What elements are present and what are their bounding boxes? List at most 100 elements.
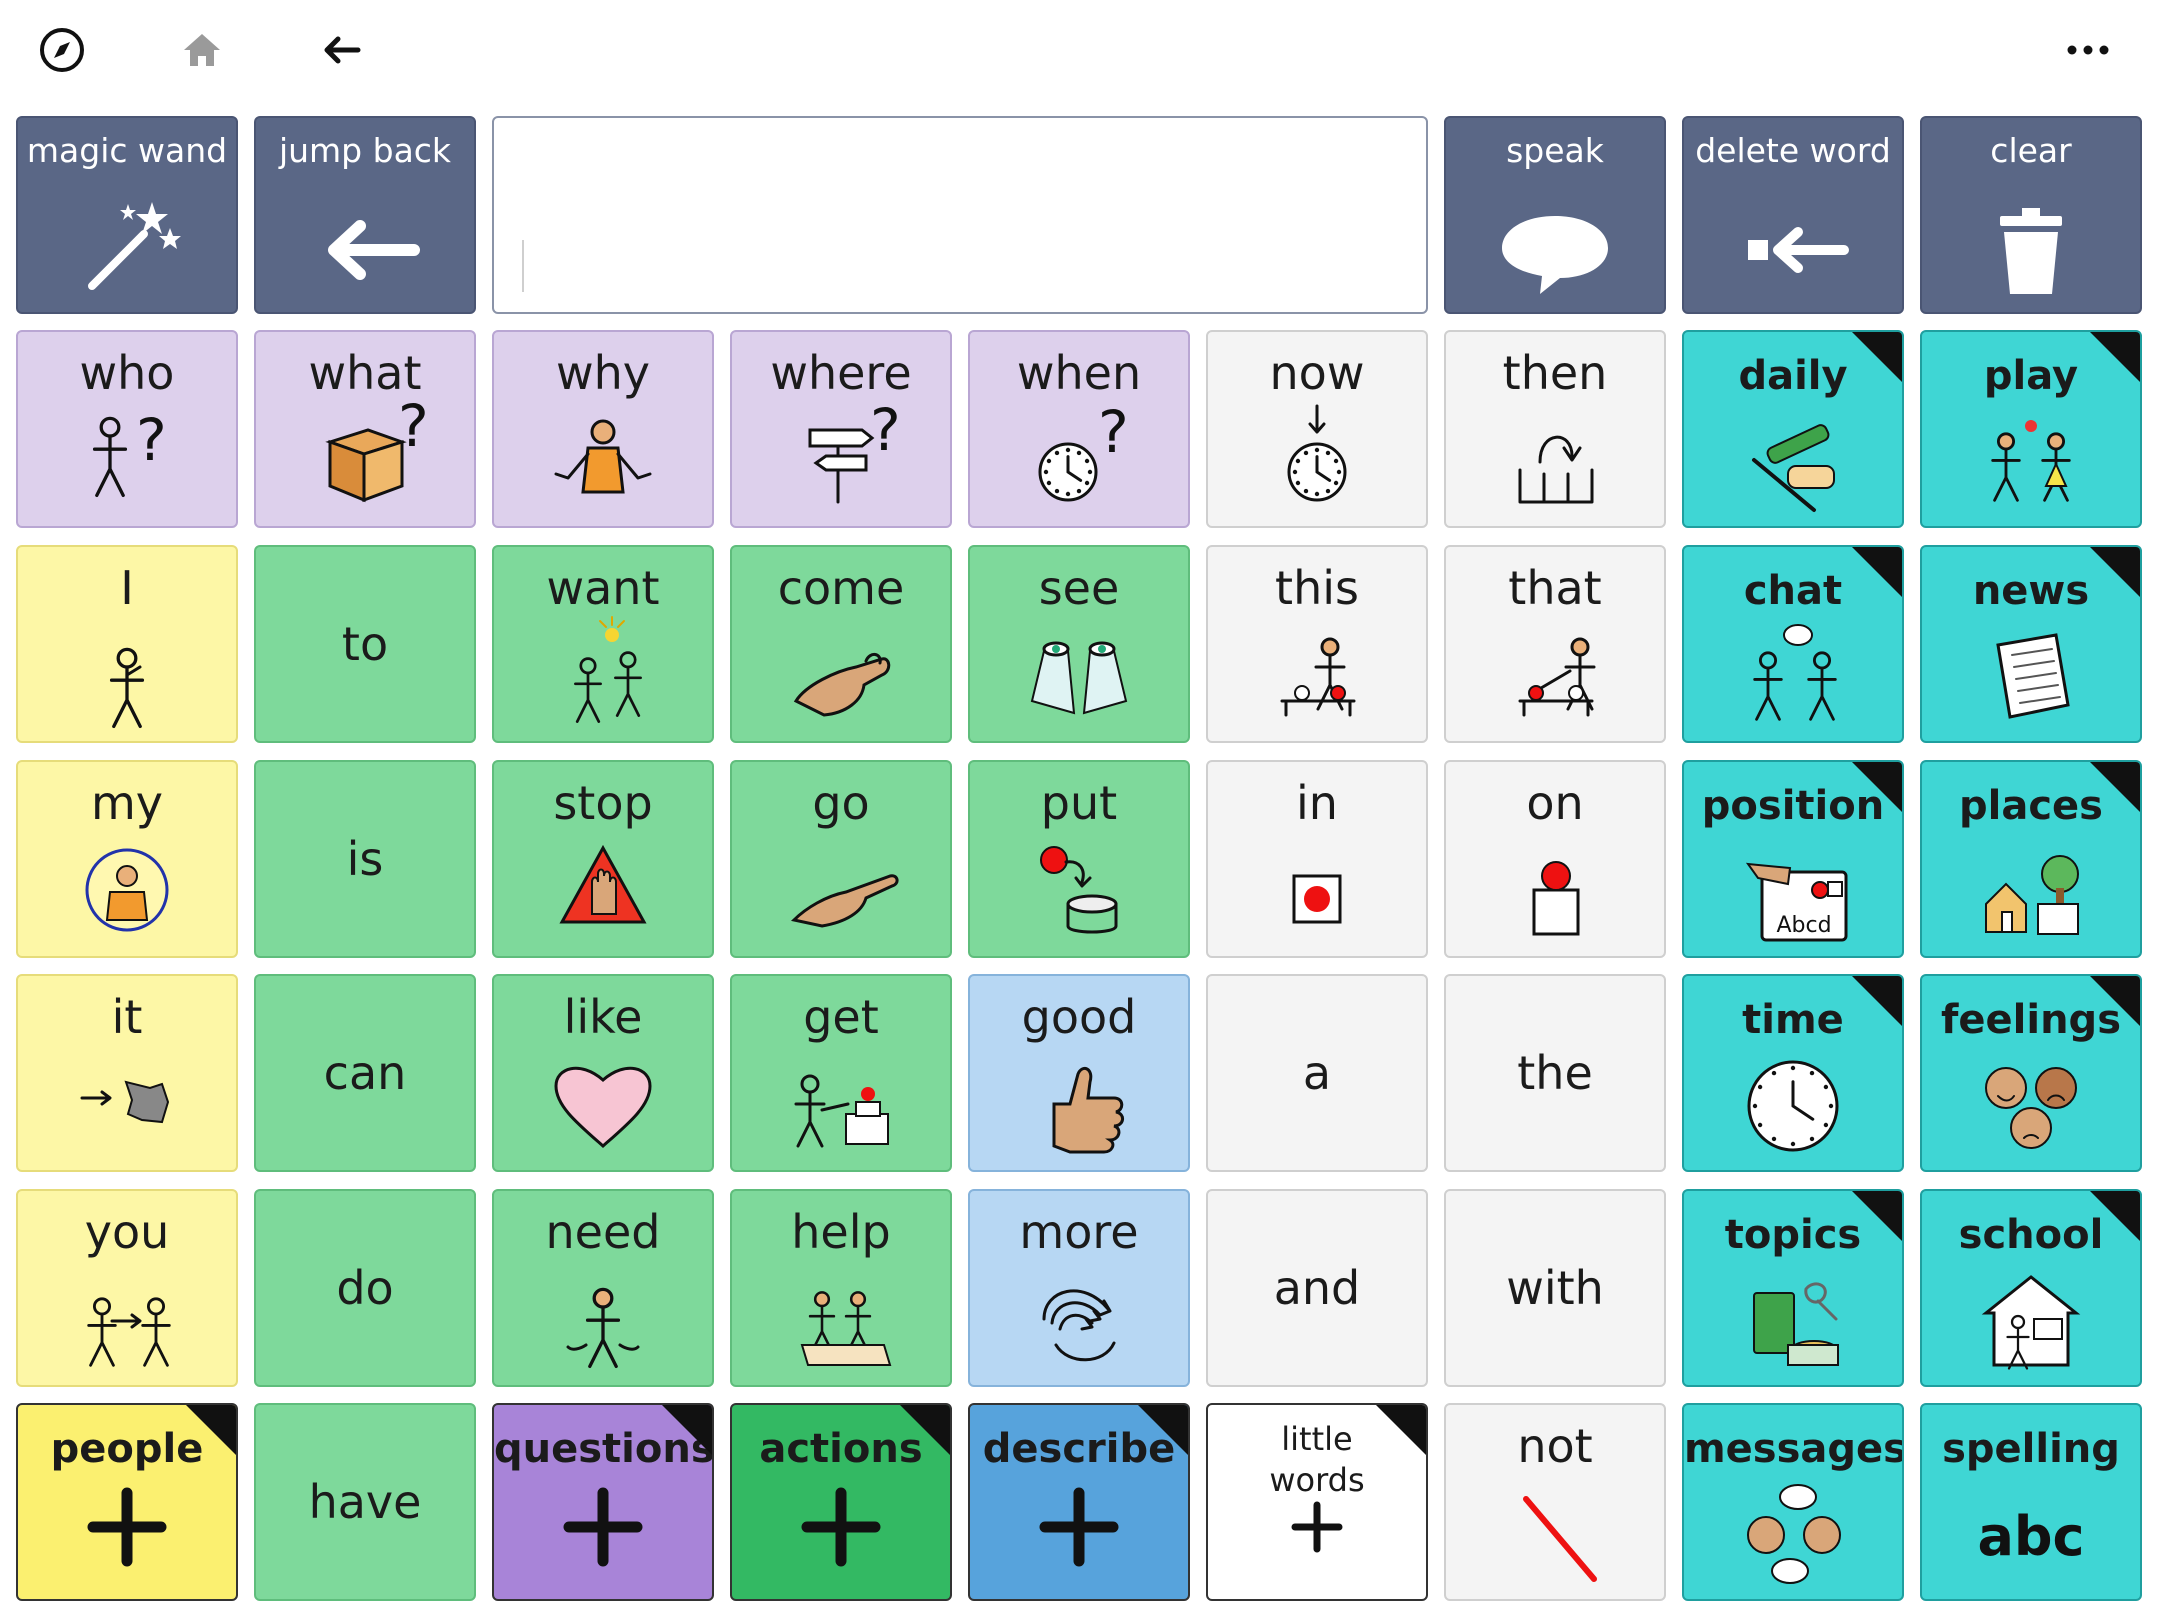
cell-spelling[interactable]: spelling abc <box>1920 1403 2142 1601</box>
cell-have[interactable]: have <box>254 1403 476 1601</box>
svg-text:Abcd: Abcd <box>1776 913 1831 938</box>
text-cursor <box>522 240 524 292</box>
cell-where[interactable]: where? <box>730 330 952 528</box>
cell-like[interactable]: like <box>492 974 714 1172</box>
cell-want[interactable]: want <box>492 545 714 743</box>
cell-to[interactable]: to <box>254 545 476 743</box>
cell-label: have <box>308 1475 422 1529</box>
cell-my[interactable]: my <box>16 760 238 958</box>
folder-corner-icon <box>1852 1191 1902 1241</box>
cell-label: do <box>336 1261 394 1315</box>
cell-what[interactable]: what? <box>254 330 476 528</box>
cell-news[interactable]: news <box>1920 545 2142 743</box>
cell-little-words[interactable]: little words <box>1206 1403 1428 1601</box>
jump-back-button[interactable]: jump back <box>254 116 476 314</box>
cell-then[interactable]: then <box>1444 330 1666 528</box>
left-arrow-icon <box>290 176 440 304</box>
message-window[interactable] <box>492 116 1428 314</box>
not-icon <box>1480 1463 1630 1591</box>
cell-help[interactable]: help <box>730 1189 952 1387</box>
cell-go[interactable]: go <box>730 760 952 958</box>
cell-when[interactable]: when? <box>968 330 1190 528</box>
cell-see[interactable]: see <box>968 545 1190 743</box>
cell-more[interactable]: more <box>968 1189 1190 1387</box>
cell-people[interactable]: people <box>16 1403 238 1601</box>
cell-describe[interactable]: describe <box>968 1403 1190 1601</box>
like-icon <box>528 1034 678 1162</box>
cell-chat[interactable]: chat <box>1682 545 1904 743</box>
cell-messages[interactable]: messages <box>1682 1403 1904 1601</box>
cell-that[interactable]: that <box>1444 545 1666 743</box>
cell-school[interactable]: school <box>1920 1189 2142 1387</box>
cell-stop[interactable]: stop <box>492 760 714 958</box>
cell-play[interactable]: play <box>1920 330 2142 528</box>
speak-button[interactable]: speak <box>1444 116 1666 314</box>
cell-and[interactable]: and <box>1206 1189 1428 1387</box>
then-icon <box>1480 390 1630 518</box>
cell-time[interactable]: time <box>1682 974 1904 1172</box>
trash-icon <box>1956 176 2106 304</box>
delete-word-icon <box>1718 176 1868 304</box>
cell-daily[interactable]: daily <box>1682 330 1904 528</box>
folder-corner-icon <box>1852 332 1902 382</box>
svg-text:?: ? <box>870 396 901 464</box>
cell-get[interactable]: get <box>730 974 952 1172</box>
cell-need[interactable]: need <box>492 1189 714 1387</box>
cell-now[interactable]: now <box>1206 330 1428 528</box>
topics-icon <box>1718 1249 1868 1377</box>
cell-label: and <box>1273 1261 1361 1315</box>
svg-text:?: ? <box>136 406 167 474</box>
cell-i[interactable]: I <box>16 545 238 743</box>
cell-this[interactable]: this <box>1206 545 1428 743</box>
when-icon: ? <box>1004 390 1154 518</box>
cell-is[interactable]: is <box>254 760 476 958</box>
cell-actions[interactable]: actions <box>730 1403 952 1601</box>
svg-text:?: ? <box>1098 398 1129 466</box>
messages-icon <box>1718 1463 1868 1591</box>
cell-come[interactable]: come <box>730 545 952 743</box>
cell-on[interactable]: on <box>1444 760 1666 958</box>
cell-in[interactable]: in <box>1206 760 1428 958</box>
cell-questions[interactable]: questions <box>492 1403 714 1601</box>
actions-icon <box>766 1463 916 1591</box>
where-icon: ? <box>766 390 916 518</box>
cell-good[interactable]: good <box>968 974 1190 1172</box>
magic-wand-icon <box>52 176 202 304</box>
button-label: speak <box>1506 131 1604 170</box>
folder-corner-icon <box>2090 976 2140 1026</box>
cell-label: the <box>1517 1046 1593 1100</box>
more-icon <box>1004 1249 1154 1377</box>
folder-corner-icon <box>900 1405 950 1455</box>
cell-label: can <box>323 1046 407 1100</box>
folder-corner-icon <box>1852 976 1902 1026</box>
cell-places[interactable]: places <box>1920 760 2142 958</box>
people-icon <box>52 1463 202 1591</box>
cell-with[interactable]: with <box>1444 1189 1666 1387</box>
cell-put[interactable]: put <box>968 760 1190 958</box>
folder-corner-icon <box>2090 1191 2140 1241</box>
cell-topics[interactable]: topics <box>1682 1189 1904 1387</box>
places-icon <box>1956 820 2106 948</box>
cell-feelings[interactable]: feelings <box>1920 974 2142 1172</box>
who-icon: ? <box>52 390 202 518</box>
cell-position[interactable]: position Abcd <box>1682 760 1904 958</box>
svg-text:?: ? <box>398 392 429 460</box>
cell-label: is <box>346 832 384 886</box>
cell-not[interactable]: not <box>1444 1403 1666 1601</box>
good-icon <box>1004 1034 1154 1162</box>
cell-do[interactable]: do <box>254 1189 476 1387</box>
clear-button[interactable]: clear <box>1920 116 2142 314</box>
magic-wand-button[interactable]: magic wand <box>16 116 238 314</box>
button-label: delete word <box>1695 131 1891 170</box>
cell-it[interactable]: it <box>16 974 238 1172</box>
cell-can[interactable]: can <box>254 974 476 1172</box>
cell-you[interactable]: you <box>16 1189 238 1387</box>
daily-icon <box>1718 390 1868 518</box>
cell-who[interactable]: who? <box>16 330 238 528</box>
delete-word-button[interactable]: delete word <box>1682 116 1904 314</box>
cell-why[interactable]: why <box>492 330 714 528</box>
folder-corner-icon <box>186 1405 236 1455</box>
cell-the[interactable]: the <box>1444 974 1666 1172</box>
cell-a[interactable]: a <box>1206 974 1428 1172</box>
i-icon <box>52 605 202 733</box>
